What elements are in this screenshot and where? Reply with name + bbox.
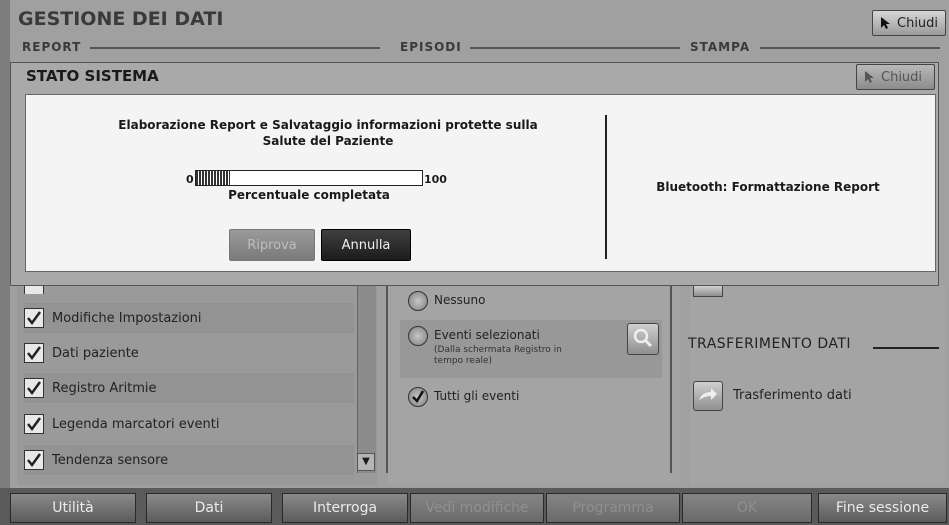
bluetooth-status: Bluetooth: Formattazione Report bbox=[656, 180, 880, 194]
episode-option-label: Eventi selezionati bbox=[434, 328, 540, 342]
report-option-legenda[interactable]: Legenda marcatori eventi bbox=[24, 409, 354, 439]
radio[interactable] bbox=[408, 291, 428, 311]
window-close-button[interactable]: Chiudi bbox=[872, 10, 946, 36]
report-option-registro-aritmie[interactable]: Registro Aritmie bbox=[24, 373, 354, 403]
progress-bar-fill bbox=[196, 171, 230, 185]
progress-bar bbox=[195, 170, 423, 186]
episode-option-all[interactable]: Tutti gli eventi bbox=[408, 387, 519, 407]
check-icon bbox=[27, 381, 42, 396]
report-option-modifiche[interactable]: Modifiche Impostazioni bbox=[24, 303, 354, 333]
section-stampa-line bbox=[760, 47, 940, 49]
print-button-partial[interactable] bbox=[693, 285, 723, 297]
check-icon bbox=[27, 453, 42, 468]
progress-min-label: 0 bbox=[186, 173, 194, 186]
progress-max-label: 100 bbox=[424, 173, 447, 186]
dialog-close-label: Chiudi bbox=[881, 69, 923, 85]
report-option-label: Registro Aritmie bbox=[52, 380, 157, 396]
episode-option-sublabel: (Dalla schermata Registro in tempo reale… bbox=[434, 345, 562, 366]
checkbox[interactable] bbox=[24, 286, 44, 294]
window-close-label: Chiudi bbox=[897, 15, 939, 31]
section-episodi-header: EPISODI bbox=[400, 40, 462, 54]
section-episodi-line bbox=[470, 47, 680, 49]
report-option-label: Dati paziente bbox=[52, 345, 139, 361]
transfer-section-line bbox=[873, 347, 939, 349]
magnifier-icon[interactable] bbox=[627, 323, 659, 355]
radio[interactable] bbox=[408, 326, 428, 346]
nav-dati[interactable]: Dati bbox=[146, 493, 272, 523]
report-option-dati-paziente[interactable]: Dati paziente bbox=[24, 338, 354, 368]
report-scrollbar[interactable] bbox=[357, 285, 376, 473]
divider-right bbox=[670, 285, 672, 473]
episode-option-none[interactable]: Nessuno bbox=[408, 291, 485, 311]
arrow-right-icon[interactable] bbox=[693, 381, 723, 411]
check-icon bbox=[27, 417, 42, 432]
section-report-header: REPORT bbox=[22, 40, 82, 54]
nav-ok[interactable]: OK bbox=[682, 493, 812, 523]
episode-option-label: Tutti gli eventi bbox=[434, 389, 520, 403]
nav-utilita[interactable]: Utilità bbox=[10, 493, 136, 523]
checkbox[interactable] bbox=[24, 414, 44, 434]
dialog-close-button[interactable]: Chiudi bbox=[856, 64, 935, 90]
checkbox[interactable] bbox=[24, 343, 44, 363]
report-option-label: Tendenza sensore bbox=[52, 452, 169, 468]
transfer-section-title: TRASFERIMENTO DATI bbox=[688, 336, 852, 352]
check-icon bbox=[412, 390, 425, 404]
nav-programma[interactable]: Programma bbox=[546, 493, 680, 523]
progress-caption: Percentuale completata bbox=[228, 188, 390, 202]
checkbox[interactable] bbox=[24, 308, 44, 328]
window-title: GESTIONE DEI DATI bbox=[18, 8, 224, 30]
section-report-line bbox=[90, 47, 380, 49]
section-stampa-header: STAMPA bbox=[690, 40, 751, 54]
nav-fine-sessione[interactable]: Fine sessione bbox=[818, 493, 947, 523]
scroll-down-icon[interactable]: ▼ bbox=[357, 453, 375, 471]
report-option-hidden[interactable] bbox=[24, 286, 354, 294]
processing-message: Elaborazione Report e Salvataggio inform… bbox=[118, 118, 538, 148]
report-option-tendenza[interactable]: Tendenza sensore bbox=[24, 445, 354, 475]
dialog-title: STATO SISTEMA bbox=[26, 67, 159, 85]
check-icon bbox=[27, 346, 42, 361]
retry-button[interactable]: Riprova bbox=[229, 229, 315, 261]
print-transfer-panel bbox=[690, 285, 945, 485]
cancel-button[interactable]: Annulla bbox=[321, 229, 411, 261]
report-option-label: Legenda marcatori eventi bbox=[52, 416, 220, 432]
nav-vedi-modifiche[interactable]: Vedi modifiche bbox=[410, 493, 544, 523]
checkbox[interactable] bbox=[24, 450, 44, 470]
checkbox[interactable] bbox=[24, 378, 44, 398]
nav-interroga[interactable]: Interroga bbox=[282, 493, 408, 523]
episode-option-selected[interactable]: Eventi selezionati (Dalla schermata Regi… bbox=[408, 326, 584, 367]
radio-checked[interactable] bbox=[408, 387, 428, 407]
cursor-arrow-icon bbox=[865, 71, 874, 83]
divider-left bbox=[386, 285, 388, 473]
check-icon bbox=[27, 311, 42, 326]
report-option-label: Modifiche Impostazioni bbox=[52, 310, 202, 326]
cursor-arrow-icon bbox=[881, 17, 890, 29]
episode-option-label: Nessuno bbox=[434, 293, 486, 307]
transfer-button-label[interactable]: Trasferimento dati bbox=[733, 388, 852, 403]
episodes-panel bbox=[388, 285, 680, 485]
dialog-divider bbox=[605, 115, 607, 259]
